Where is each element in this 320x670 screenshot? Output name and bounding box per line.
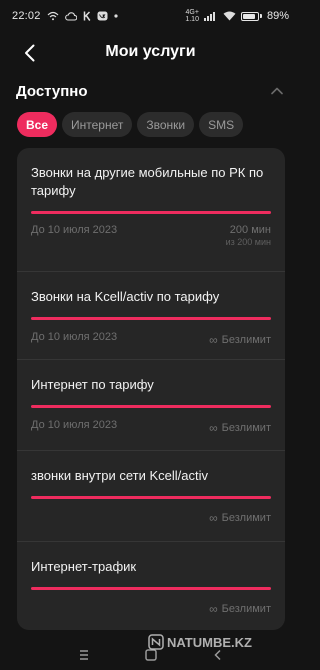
service-total: из 200 мин — [225, 237, 271, 247]
app-header: Мои услуги — [0, 34, 301, 70]
wifi-calling-icon — [47, 11, 59, 21]
service-item[interactable]: Интернет-трафик ∞ Безлимит — [17, 542, 285, 630]
infinity-icon: ∞ — [209, 602, 218, 616]
filter-chip-calls[interactable]: Звонки — [137, 112, 195, 137]
dot-icon — [113, 14, 118, 18]
signal-icon — [203, 11, 218, 21]
service-unlimited-label: Безлимит — [221, 334, 271, 346]
watermark: NATUMBE.KZ — [148, 634, 252, 650]
kaspi-k-icon — [83, 11, 91, 21]
service-unlimited-label: Безлимит — [221, 512, 271, 524]
infinity-icon: ∞ — [209, 421, 218, 435]
service-item[interactable]: Интернет по тарифу До 10 июля 2023 ∞ Без… — [17, 360, 285, 451]
service-progress-bar — [31, 211, 271, 214]
chevron-left-icon — [25, 44, 35, 62]
back-triangle-icon — [213, 649, 221, 661]
screen: 22:02 4G+ 1.10 89% Мои услуги Доступно В… — [0, 0, 301, 670]
service-unlimited-label: Безлимит — [221, 422, 271, 434]
infinity-icon: ∞ — [209, 511, 218, 525]
service-progress-bar — [31, 496, 271, 499]
network-speed: 1.10 — [185, 16, 199, 23]
service-title: звонки внутри сети Kcell/activ — [31, 468, 208, 483]
wifi-icon — [223, 11, 236, 21]
status-bar: 22:02 4G+ 1.10 89% — [0, 0, 301, 32]
service-title: Интернет-трафик — [31, 559, 137, 574]
collapse-button[interactable] — [269, 83, 285, 99]
network-indicator: 4G+ 1.10 — [185, 9, 199, 23]
home-icon — [144, 649, 157, 661]
service-date: До 10 июля 2023 — [31, 224, 118, 236]
service-progress-bar — [31, 317, 271, 320]
status-time: 22:02 — [12, 10, 41, 22]
service-date: До 10 июля 2023 — [31, 331, 118, 343]
nav-recent-button[interactable] — [75, 646, 93, 664]
service-progress-bar — [31, 405, 271, 408]
section-title: Доступно — [16, 82, 88, 100]
service-item[interactable]: Звонки на другие мобильные по РК по тари… — [17, 148, 285, 272]
service-title: Интернет по тарифу — [31, 377, 154, 392]
service-progress-bar — [31, 587, 271, 590]
chevron-up-icon — [271, 87, 283, 95]
filter-chip-internet[interactable]: Интернет — [62, 112, 133, 137]
filter-chip-all[interactable]: Все — [17, 112, 58, 137]
service-item[interactable]: Звонки на Kcell/activ по тарифу До 10 ию… — [17, 272, 285, 360]
vk-icon — [97, 11, 108, 21]
watermark-text: NATUMBE.KZ — [167, 634, 252, 650]
watermark-logo-icon — [148, 634, 164, 650]
page-title: Мои услуги — [105, 43, 196, 60]
service-date: До 10 июля 2023 — [31, 419, 118, 431]
cloud-icon — [64, 11, 77, 21]
section-header: Доступно — [16, 80, 285, 102]
network-type: 4G+ — [185, 9, 199, 16]
services-list: Звонки на другие мобильные по РК по тари… — [17, 148, 285, 630]
service-title: Звонки на другие мобильные по РК по тари… — [31, 165, 264, 198]
filter-chip-sms[interactable]: SMS — [199, 112, 244, 137]
infinity-icon: ∞ — [209, 333, 218, 347]
recent-apps-icon — [79, 650, 88, 660]
service-title: Звонки на Kcell/activ по тарифу — [31, 289, 220, 304]
service-item[interactable]: звонки внутри сети Kcell/activ ∞ Безлими… — [17, 451, 285, 542]
back-button[interactable] — [18, 41, 42, 65]
battery-percent: 89% — [266, 10, 289, 22]
battery-icon — [240, 11, 262, 21]
service-remaining: 200 мин — [229, 224, 271, 236]
service-unlimited-label: Безлимит — [221, 603, 271, 615]
filter-chips: Все Интернет Звонки SMS — [17, 112, 244, 137]
